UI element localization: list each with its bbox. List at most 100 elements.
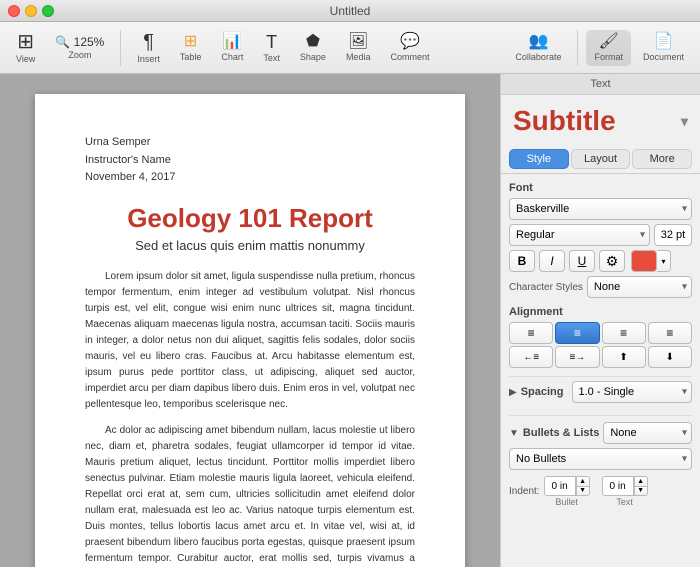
align-top-button[interactable]: ⬆ (602, 346, 646, 368)
header-line1: Urna Semper (85, 134, 415, 152)
shape-group[interactable]: ⬟ Shape (292, 30, 334, 66)
text-gear-button[interactable]: ⚙ (599, 250, 625, 272)
format-buttons-row: B I U ⚙ ▾ (509, 250, 692, 272)
text-indent-down[interactable]: ▼ (634, 486, 648, 497)
panel-body: Font Baskerville Regular (501, 174, 700, 515)
bold-button[interactable]: B (509, 250, 535, 272)
italic-button[interactable]: I (539, 250, 565, 272)
format-group[interactable]: 🖌 Format (586, 30, 631, 66)
indent-increase-button[interactable]: ≡→ (555, 346, 599, 368)
document-label: Document (643, 52, 684, 62)
page-header: Urna Semper Instructor's Name November 4… (85, 134, 415, 187)
titlebar: Untitled (0, 0, 700, 22)
view-label: View (16, 54, 35, 64)
tab-style[interactable]: Style (509, 149, 569, 169)
comment-icon: 💬 (400, 34, 420, 50)
spacing-section[interactable]: ▶ Spacing 1.0 - Single (509, 376, 692, 407)
bullets-section: ▼ Bullets & Lists None No Bullets (509, 415, 692, 507)
table-group[interactable]: ⊞ Table (172, 30, 210, 66)
media-label: Media (346, 52, 371, 62)
close-button[interactable] (8, 5, 20, 17)
document-group[interactable]: 📄 Document (635, 30, 692, 66)
body-paragraph-2: Ac dolor ac adipiscing amet bibendum nul… (85, 423, 415, 567)
color-dropdown-button[interactable]: ▾ (657, 250, 671, 272)
align-bottom-button[interactable]: ⬇ (648, 346, 692, 368)
zoom-icon: 🔍 125% (55, 36, 104, 48)
font-family-select[interactable]: Baskerville (509, 198, 692, 220)
bullets-label: Bullets & Lists (523, 427, 599, 439)
underline-button[interactable]: U (569, 250, 595, 272)
tab-layout[interactable]: Layout (571, 149, 631, 169)
media-group[interactable]: 🖼 Media (338, 30, 379, 66)
bullets-select[interactable]: None (603, 422, 692, 444)
char-styles-wrapper: None (587, 276, 692, 298)
bullet-indent-group: ▲ ▼ Bullet (544, 476, 590, 507)
align-left-button[interactable]: ≡ (509, 322, 553, 344)
text-indent-input[interactable] (602, 476, 634, 496)
page-body[interactable]: Lorem ipsum dolor sit amet, ligula suspe… (85, 269, 415, 567)
chart-group[interactable]: 📊 Chart (213, 30, 251, 66)
separator-2 (577, 30, 578, 66)
comment-group[interactable]: 💬 Comment (382, 30, 437, 66)
font-size-input[interactable] (654, 224, 692, 246)
panel-tabs: Style Layout More (501, 145, 700, 174)
maximize-button[interactable] (42, 5, 54, 17)
spacing-label: Spacing (521, 386, 564, 398)
font-style-select[interactable]: Regular (509, 224, 650, 246)
header-line2: Instructor's Name (85, 152, 415, 170)
collaborate-icon: 👥 (528, 34, 548, 50)
indent-decrease-button[interactable]: ←≡ (509, 346, 553, 368)
bullet-indent-input[interactable] (544, 476, 576, 496)
spacing-select[interactable]: 1.0 - Single (572, 381, 693, 403)
tab-more[interactable]: More (632, 149, 692, 169)
alignment-header: Alignment (509, 306, 692, 318)
shape-label: Shape (300, 52, 326, 62)
chart-label: Chart (221, 52, 243, 62)
char-styles-row: Character Styles None (509, 276, 692, 298)
zoom-label: Zoom (68, 50, 91, 60)
char-styles-select[interactable]: None (587, 276, 692, 298)
collaborate-group[interactable]: 👥 Collaborate (507, 30, 569, 66)
main-area: Urna Semper Instructor's Name November 4… (0, 74, 700, 567)
text-indent-up[interactable]: ▲ (634, 476, 648, 486)
bullet-indent-up[interactable]: ▲ (576, 476, 590, 486)
text-indent-label: Text (616, 497, 633, 507)
bullet-indent-down[interactable]: ▼ (576, 486, 590, 497)
page-title: Geology 101 Report (85, 203, 415, 234)
minimize-button[interactable] (25, 5, 37, 17)
collaborate-label: Collaborate (515, 52, 561, 62)
toolbar: ⊞ View 🔍 125% Zoom ¶ Insert ⊞ Table 📊 Ch… (0, 22, 700, 74)
text-label: Text (263, 53, 280, 63)
panel-subtitle-row: Subtitle ▾ (501, 95, 700, 145)
table-icon: ⊞ (184, 34, 197, 50)
align-justify-button[interactable]: ≡ (648, 322, 692, 344)
document-icon: 📄 (654, 34, 674, 50)
font-section: Font Baskerville Regular (509, 182, 692, 298)
indent-label: Indent: (509, 486, 540, 497)
no-bullets-wrapper: No Bullets (509, 448, 692, 470)
table-label: Table (180, 52, 202, 62)
font-section-header: Font (509, 182, 692, 194)
insert-label: Insert (137, 54, 160, 64)
align-center-button[interactable]: ≡ (555, 322, 599, 344)
view-group[interactable]: ⊞ View (8, 28, 43, 68)
bullet-indent-label: Bullet (555, 497, 578, 507)
format-label: Format (594, 52, 623, 62)
text-group[interactable]: T Text (255, 29, 288, 67)
font-style-row: Regular (509, 224, 692, 246)
bullet-indent-spinner: ▲ ▼ (576, 476, 590, 496)
zoom-group[interactable]: 🔍 125% Zoom (47, 32, 112, 64)
page-subtitle: Sed et lacus quis enim mattis nonummy (85, 238, 415, 253)
font-family-row: Baskerville (509, 198, 692, 220)
text-indent-field: ▲ ▼ (602, 476, 648, 496)
shape-icon: ⬟ (306, 34, 320, 50)
insert-group[interactable]: ¶ Insert (129, 28, 168, 68)
color-swatch[interactable] (631, 250, 657, 272)
no-bullets-select[interactable]: No Bullets (509, 448, 692, 470)
char-styles-label: Character Styles (509, 282, 583, 293)
align-right-button[interactable]: ≡ (602, 322, 646, 344)
document-area[interactable]: Urna Semper Instructor's Name November 4… (0, 74, 500, 567)
page: Urna Semper Instructor's Name November 4… (35, 94, 465, 567)
spacing-collapse-arrow: ▶ (509, 387, 517, 398)
spacing-select-wrapper: 1.0 - Single (572, 381, 693, 403)
